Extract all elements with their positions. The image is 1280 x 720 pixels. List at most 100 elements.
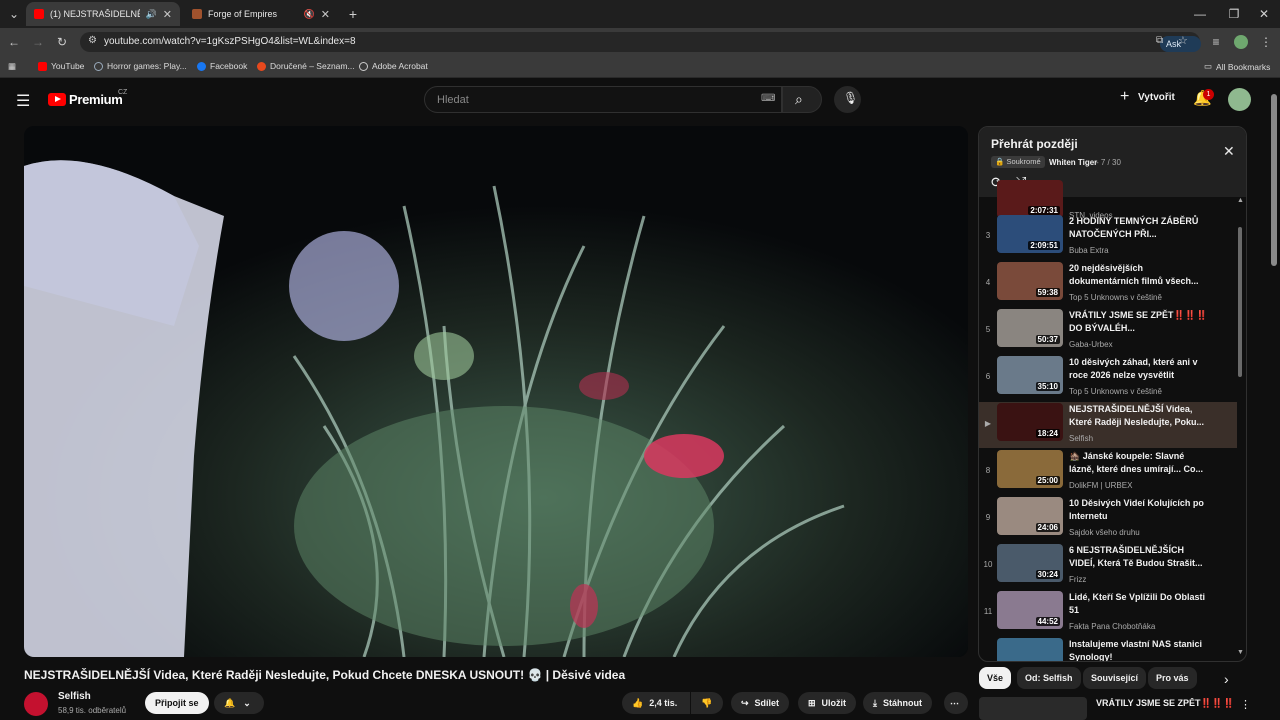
dislike-button[interactable]: 👎 xyxy=(691,692,723,714)
page-scrollbar[interactable] xyxy=(1271,94,1277,266)
playlist-item-title[interactable]: VRÁTILY JSME SE ZPĚT‼️‼️‼️ DO BÝVALÉH... xyxy=(1069,309,1209,335)
playlist-item-channel[interactable]: Buba Extra xyxy=(1069,246,1109,255)
new-tab-icon[interactable]: + xyxy=(345,6,361,22)
playlist-item-title[interactable]: Instalujeme vlastní NAS stanici Synology… xyxy=(1069,638,1209,661)
keyboard-icon[interactable]: ⌨ xyxy=(761,93,775,104)
download-button[interactable]: ⤓ Stáhnout xyxy=(863,692,932,714)
playlist-item-channel[interactable]: Top 5 Unknowns v češtině xyxy=(1069,293,1162,302)
install-icon[interactable]: ⧉ xyxy=(1156,35,1163,46)
playlist-item-thumbnail[interactable]: 24:06 xyxy=(997,497,1063,535)
close-tab-icon[interactable]: ✕ xyxy=(163,8,172,21)
tab-search-icon[interactable]: ⌄ xyxy=(6,6,22,22)
youtube-premium-logo[interactable]: Premium xyxy=(69,92,123,107)
subscription-bell-button[interactable]: 🔔 ⌄ xyxy=(214,692,264,714)
playlist-item-title[interactable]: 10 Děsivých Videí Kolujících po Internet… xyxy=(1069,497,1209,523)
playlist-item[interactable]: ▶ 18:24 NEJSTRAŠIDELNĚJŠÍ Videa, Které Rad… xyxy=(979,402,1237,448)
save-button[interactable]: ⊞ Uložit xyxy=(798,692,857,714)
bookmark-star-icon[interactable]: ☆ xyxy=(1178,34,1188,47)
create-button[interactable]: Vytvořit xyxy=(1138,92,1175,103)
playlist-item-channel[interactable]: Top 5 Unknowns v češtině xyxy=(1069,387,1162,396)
playlist-item[interactable]: 6 35:10 10 děsivých záhad, které ani v roc… xyxy=(979,355,1237,401)
playlist-item-channel[interactable]: Fakta Pana Chobotňáka xyxy=(1069,622,1155,631)
suggestion-more-icon[interactable]: ⋮ xyxy=(1240,698,1251,711)
reload-icon[interactable]: ↻ xyxy=(54,34,70,50)
playlist-item-channel[interactable]: Selfish xyxy=(1069,434,1093,443)
youtube-logo-icon[interactable] xyxy=(48,93,66,106)
audio-icon[interactable]: 🔊 xyxy=(146,9,157,20)
reading-list-icon[interactable]: ≡ xyxy=(1208,34,1224,50)
playlist-item-channel[interactable]: Gaba-Urbex xyxy=(1069,340,1113,349)
playlist-item-title[interactable]: 2 HODINY TEMNÝCH ZÁBĚRŮ NATOČENÝCH PŘI..… xyxy=(1069,215,1209,241)
playlist-item-channel[interactable]: Frizz xyxy=(1069,575,1086,584)
all-bookmarks[interactable]: ▭ All Bookmarks xyxy=(1204,61,1270,72)
playlist-item-title[interactable]: 6 NEJSTRAŠIDELNĚJŠÍCH VIDEÍ, Která Tě Bu… xyxy=(1069,544,1209,570)
playlist-item-thumbnail[interactable]: 59:38 xyxy=(997,262,1063,300)
channel-avatar[interactable] xyxy=(24,692,48,716)
suggestion-thumbnail[interactable] xyxy=(979,697,1087,720)
playlist-item[interactable]: 3 2:09:51 2 HODINY TEMNÝCH ZÁBĚRŮ NATOČENÝ… xyxy=(979,214,1237,260)
video-player[interactable] xyxy=(24,126,968,657)
playlist-item[interactable]: 5 50:37 VRÁTILY JSME SE ZPĚT‼️‼️‼️ DO BÝVA… xyxy=(979,308,1237,354)
back-icon[interactable]: ← xyxy=(6,34,22,50)
restore-icon[interactable]: ❐ xyxy=(1226,6,1242,22)
site-info-icon[interactable]: ⚙ xyxy=(88,35,97,46)
bookmark-horror-games[interactable]: Horror games: Play... xyxy=(94,61,187,71)
search-button[interactable]: ⌕ xyxy=(782,86,822,113)
hamburger-menu-icon[interactable]: ☰ xyxy=(16,91,30,111)
playlist-item-title[interactable]: 🏚️ Jánské koupele: Slavné lázně, které d… xyxy=(1069,450,1209,476)
playlist-item[interactable]: 8 25:00 🏚️ Jánské koupele: Slavné lázně, k… xyxy=(979,449,1237,495)
playlist-item[interactable]: 11 44:52 Lidé, Kteří Se Vplížili Do Oblast… xyxy=(979,590,1237,636)
tab-youtube[interactable]: (1) NEJSTRAŠIDELNĚJŠÍ Vid 🔊 ✕ xyxy=(26,2,180,26)
bookmark-adobe[interactable]: Adobe Acrobat xyxy=(359,61,428,71)
playlist-item-title[interactable]: 10 děsivých záhad, které ani v roce 2026… xyxy=(1069,356,1209,382)
like-button[interactable]: 👍 2,4 tis. xyxy=(622,692,690,714)
playlist-item[interactable]: Instalujeme vlastní NAS stanici Synology… xyxy=(979,637,1237,661)
omnibox[interactable]: ⚙ youtube.com/watch?v=1gKszPSHgO4&list=W… xyxy=(80,32,1202,65)
chevron-right-icon[interactable]: › xyxy=(1224,671,1229,687)
playlist-item-thumbnail[interactable]: 25:00 xyxy=(997,450,1063,488)
playlist-title[interactable]: Přehrát později xyxy=(991,137,1078,151)
playlist-item[interactable]: 9 24:06 10 Děsivých Videí Kolujících po In… xyxy=(979,496,1237,542)
apps-grid-icon[interactable]: ▦ xyxy=(8,61,16,72)
playlist-item-thumbnail[interactable]: 2:09:51 xyxy=(997,215,1063,253)
close-tab-icon[interactable]: ✕ xyxy=(321,8,330,21)
playlist-item-channel[interactable]: Sajdok všeho druhu xyxy=(1069,528,1140,537)
forward-icon[interactable]: → xyxy=(30,34,46,50)
playlist-item-thumbnail[interactable]: 35:10 xyxy=(997,356,1063,394)
bookmark-seznam[interactable]: Doručené – Seznam... xyxy=(257,61,355,71)
playlist-item[interactable]: 10 30:24 6 NEJSTRAŠIDELNĚJŠÍCH VIDEÍ, Kter… xyxy=(979,543,1237,589)
scroll-down-icon[interactable]: ▼ xyxy=(1237,649,1244,656)
chip-for-you[interactable]: Pro vás xyxy=(1148,667,1197,689)
join-button[interactable]: Připojit se xyxy=(145,692,209,714)
bookmark-facebook[interactable]: Facebook xyxy=(197,61,247,71)
playlist-owner[interactable]: Whiten Tiger xyxy=(1049,158,1097,167)
bookmark-youtube[interactable]: YouTube xyxy=(38,61,84,71)
playlist-item-title[interactable]: 20 nejděsivějších dokumentárních filmů v… xyxy=(1069,262,1209,288)
profile-avatar[interactable] xyxy=(1234,35,1248,49)
playlist-item-thumbnail[interactable]: 2:07:31 xyxy=(997,180,1063,218)
playlist-item-title[interactable]: NEJSTRAŠIDELNĚJŠÍ Videa, Které Raději Ne… xyxy=(1069,403,1209,429)
browser-menu-icon[interactable]: ⋮ xyxy=(1258,34,1274,50)
close-icon[interactable]: ✕ xyxy=(1223,143,1235,160)
chip-from-channel[interactable]: Od: Selfish xyxy=(1017,667,1081,689)
playlist-item-thumbnail[interactable]: 30:24 xyxy=(997,544,1063,582)
scroll-up-icon[interactable]: ▲ xyxy=(1237,197,1244,204)
more-actions-button[interactable]: ⋯ xyxy=(944,692,968,714)
playlist-item-title[interactable]: Lidé, Kteří Se Vplížili Do Oblasti 51 xyxy=(1069,591,1209,617)
chip-all[interactable]: Vše xyxy=(979,667,1012,689)
search-input[interactable]: Hledat ⌨ xyxy=(424,86,782,113)
playlist-item-thumbnail[interactable]: 18:24 xyxy=(997,403,1063,441)
suggestion-title[interactable]: VRÁTILY JSME SE ZPĚT‼️‼️‼️ DO BÝVALÉHO..… xyxy=(1096,698,1234,709)
close-window-icon[interactable]: ✕ xyxy=(1256,6,1272,22)
account-avatar[interactable] xyxy=(1228,88,1251,111)
channel-name[interactable]: Selfish xyxy=(58,691,91,702)
playlist-scrollbar[interactable] xyxy=(1238,227,1242,377)
playlist-item-thumbnail[interactable] xyxy=(997,638,1063,661)
playlist-item-channel[interactable]: DolikFM | URBEX xyxy=(1069,481,1132,490)
voice-search-button[interactable]: 🎙 xyxy=(834,86,861,113)
url-text[interactable]: youtube.com/watch?v=1gKszPSHgO4&list=WL&… xyxy=(104,36,356,47)
chip-related[interactable]: Související xyxy=(1083,667,1147,689)
share-button[interactable]: ↪ Sdílet xyxy=(731,692,790,714)
playlist-item[interactable]: 4 59:38 20 nejděsivějších dokumentárních f… xyxy=(979,261,1237,307)
muted-icon[interactable]: 🔇 xyxy=(304,9,315,20)
